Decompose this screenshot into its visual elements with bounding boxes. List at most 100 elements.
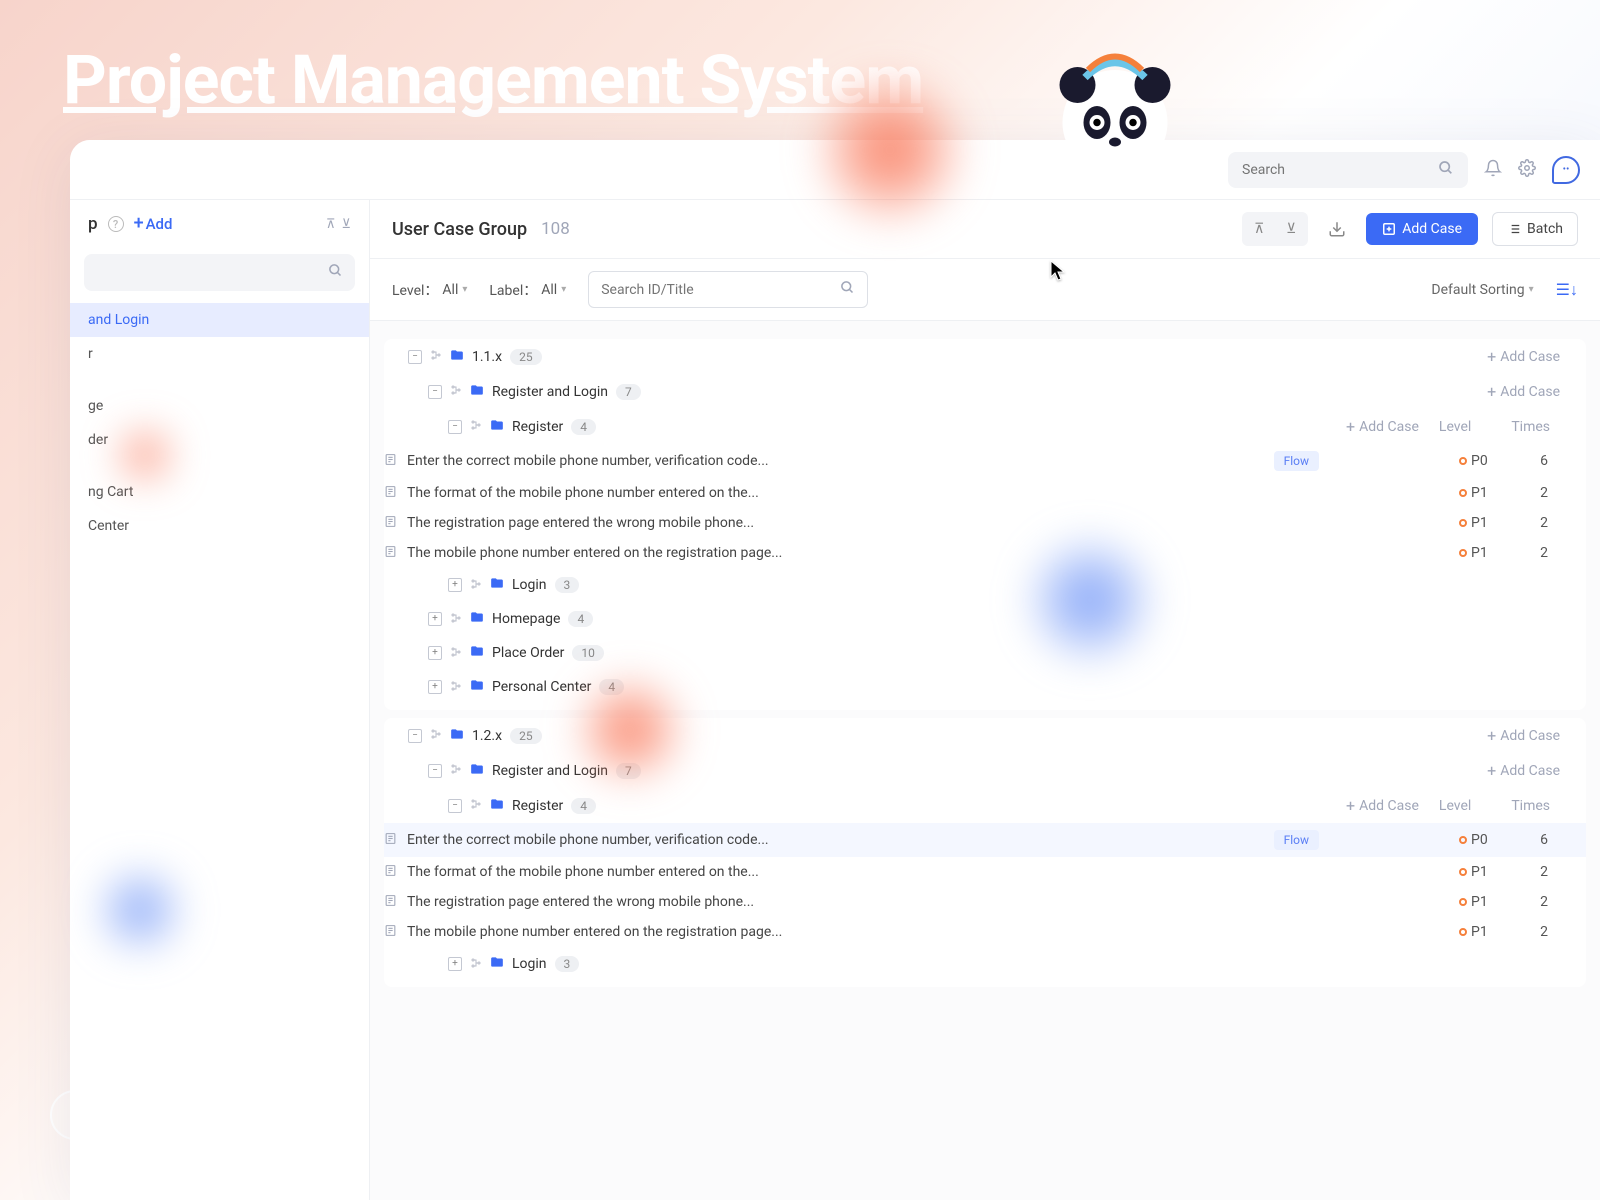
sort-icon[interactable]: ☰↓ [1556,280,1578,300]
add-case-link[interactable]: + Add Case [1487,382,1560,401]
sidebar-item[interactable]: der [70,423,369,457]
sidebar-item[interactable]: Center [70,509,369,543]
sidebar-title-suffix: p [88,214,98,234]
toggle-icon[interactable]: − [408,729,422,743]
bell-icon[interactable] [1484,159,1502,181]
add-case-link[interactable]: + Add Case [1487,761,1560,780]
group-row[interactable]: − Register and Login 7 + Add Case [384,753,1586,788]
group-name: Register [512,798,563,814]
case-row[interactable]: The mobile phone number entered on the r… [384,917,1586,947]
tree-icon [450,680,462,695]
case-row[interactable]: The mobile phone number entered on the r… [384,538,1586,568]
group-row[interactable]: − 1.2.x 25 + Add Case [384,718,1586,753]
group-row[interactable]: − Register 4 + Add CaseLevelTimes [384,409,1586,444]
toggle-icon[interactable]: − [408,350,422,364]
sidebar-item[interactable] [70,371,369,389]
group-row[interactable]: + Homepage 4 [384,602,1586,636]
sidebar-header: p ? +Add ⊼ ⊻ [70,200,369,248]
group-name: Personal Center [492,679,591,695]
document-icon [384,864,397,880]
times-cell: 2 [1524,545,1564,561]
collapse-all-icon[interactable]: ⊼ [326,217,336,232]
toggle-icon[interactable]: − [428,764,442,778]
case-list[interactable]: − 1.1.x 25 + Add Case − Register and Log… [370,321,1600,1200]
add-case-link[interactable]: + Add Case [1487,347,1560,366]
tree-icon [430,728,442,743]
toggle-icon[interactable]: + [428,680,442,694]
sidebar-item[interactable]: and Login [70,303,369,337]
sidebar-search-input[interactable] [96,265,328,281]
decorative-blob [580,680,680,780]
case-row[interactable]: Enter the correct mobile phone number, v… [384,444,1586,478]
flow-tag: Flow [1274,451,1319,471]
sidebar-item[interactable]: r [70,337,369,371]
batch-button[interactable]: Batch [1492,212,1578,246]
toggle-icon[interactable]: + [428,646,442,660]
case-row[interactable]: The registration page entered the wrong … [384,887,1586,917]
count-badge: 7 [616,384,641,400]
sidebar-item[interactable]: ng Cart [70,475,369,509]
search-input[interactable] [1242,162,1428,178]
label-filter[interactable]: Label： All ▾ [489,280,566,300]
case-search-input[interactable] [601,282,840,298]
case-row[interactable]: The registration page entered the wrong … [384,508,1586,538]
toggle-icon[interactable]: − [448,799,462,813]
group-row[interactable]: + Login 3 [384,947,1586,981]
add-case-link[interactable]: + Add Case [1487,726,1560,745]
case-search[interactable] [588,271,868,308]
tree-icon [470,419,482,434]
folder-icon [470,383,484,401]
decorative-blob [100,870,180,950]
times-cell: 6 [1524,832,1564,848]
collapse-all-icon[interactable]: ⊼ [1244,214,1274,244]
global-search[interactable] [1228,152,1468,188]
level-cell: P1 [1459,864,1514,880]
expand-all-icon[interactable]: ⊻ [1276,214,1306,244]
toggle-icon[interactable]: + [428,612,442,626]
group-name: 1.1.x [472,349,502,365]
search-icon [328,263,343,282]
sidebar-item[interactable]: ge [70,389,369,423]
gear-icon[interactable] [1518,159,1536,181]
add-case-button[interactable]: Add Case [1366,213,1478,245]
group-row[interactable]: − 1.1.x 25 + Add Case [384,339,1586,374]
times-cell: 6 [1524,453,1564,469]
group-row[interactable]: − Register 4 + Add CaseLevelTimes [384,788,1586,823]
priority-dot-icon [1459,868,1467,876]
toggle-icon[interactable]: − [428,385,442,399]
level-filter[interactable]: Level： All ▾ [392,280,467,300]
toggle-icon[interactable]: + [448,578,462,592]
add-case-link[interactable]: + Add Case [1346,796,1419,815]
count-badge: 4 [571,798,596,814]
toggle-icon[interactable]: + [448,957,462,971]
sort-dropdown[interactable]: Default Sorting ▾ [1431,282,1533,298]
main-panel: User Case Group 108 ⊼ ⊻ Add Case Batch [370,200,1600,1200]
priority-dot-icon [1459,836,1467,844]
priority-dot-icon [1459,898,1467,906]
chat-icon[interactable]: •• [1552,156,1580,184]
case-row[interactable]: The format of the mobile phone number en… [384,857,1586,887]
priority-dot-icon [1459,519,1467,527]
add-case-link[interactable]: + Add Case [1346,417,1419,436]
toggle-icon[interactable]: − [448,420,462,434]
group-name: Homepage [492,611,560,627]
filter-bar: Level： All ▾ Label： All ▾ Default Sortin… [370,259,1600,321]
folder-icon [490,576,504,594]
expand-all-icon[interactable]: ⊻ [341,217,351,232]
sidebar: p ? +Add ⊼ ⊻ and Loginr geder ng CartCente… [70,200,370,1200]
help-icon[interactable]: ? [108,216,124,232]
folder-icon [470,678,484,696]
level-cell: P1 [1459,894,1514,910]
group-row[interactable]: + Personal Center 4 [384,670,1586,704]
group-row[interactable]: + Place Order 10 [384,636,1586,670]
decorative-blob [820,80,960,220]
case-row[interactable]: The format of the mobile phone number en… [384,478,1586,508]
group-name: Register and Login [492,763,608,779]
add-group-button[interactable]: +Add [134,215,173,233]
sidebar-search[interactable] [84,254,355,291]
download-icon[interactable] [1322,214,1352,244]
case-row[interactable]: Enter the correct mobile phone number, v… [384,823,1586,857]
group-row[interactable]: + Login 3 [384,568,1586,602]
group-row[interactable]: − Register and Login 7 + Add Case [384,374,1586,409]
sidebar-item[interactable] [70,457,369,475]
